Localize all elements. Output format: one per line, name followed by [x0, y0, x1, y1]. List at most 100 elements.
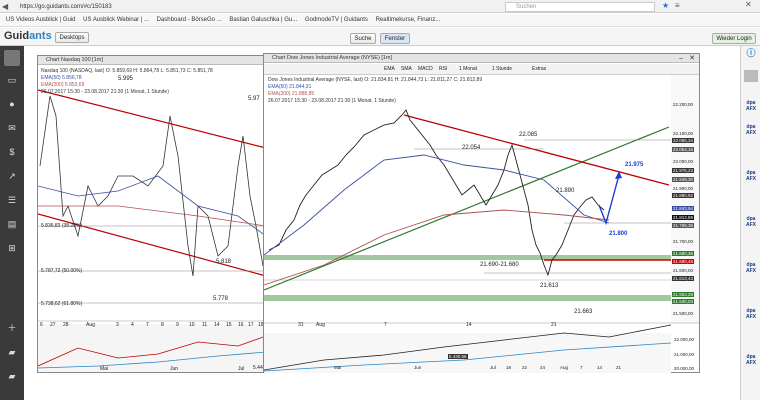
- dow-chart-window[interactable]: Chart Dow Jones Industrial Average (NYSE…: [263, 53, 700, 373]
- bookmark-item[interactable]: GodmodeTV | Guidants: [305, 14, 368, 27]
- app-logo[interactable]: Guidants: [4, 30, 52, 42]
- sub-x-tick: 19: [506, 365, 512, 370]
- news-item[interactable]: dpa AFX: [744, 308, 758, 320]
- x-tick: 11: [202, 322, 208, 328]
- price-tick: 21.600,00: [673, 268, 694, 273]
- nasdaq-chart-window[interactable]: Chart Nasdaq 100 [1m] Nasdaq 100 (NASDAQ…: [37, 55, 267, 373]
- price-tick: 22.100,00: [673, 131, 694, 136]
- desktops-button[interactable]: Desktops: [55, 32, 89, 43]
- x-tick: 7: [384, 322, 387, 328]
- price-tag: 21.949,30: [672, 177, 695, 182]
- bookmark-item[interactable]: Realtimekurse, Finanz...: [376, 14, 441, 27]
- toolbar-ema[interactable]: EMA: [384, 64, 395, 75]
- x-tick: 6: [40, 322, 43, 328]
- doc-icon[interactable]: ▤: [4, 216, 20, 232]
- bookmark-item[interactable]: US Ausblick Webinar | ...: [83, 14, 149, 27]
- news-item[interactable]: dpa AFX: [744, 216, 758, 228]
- chat-icon[interactable]: ✉: [4, 120, 20, 136]
- add-icon[interactable]: ＋: [4, 320, 20, 336]
- window-title[interactable]: Chart Nasdaq 100 [1m]: [38, 56, 266, 65]
- annotation: 5.738,62 (61.80%): [41, 301, 83, 307]
- price-axis: 22.200,00 22.100,00 22.085,34 22.054,15 …: [672, 75, 700, 323]
- address-bar[interactable]: https://go.guidants.com/#c/150183: [20, 2, 500, 12]
- cart-icon[interactable]: ⊞: [4, 240, 20, 256]
- news-item[interactable]: dpa AFX: [744, 170, 758, 182]
- sub-x-tick: Aug: [560, 365, 569, 370]
- trendline-support: [264, 126, 670, 291]
- close-icon[interactable]: ✕: [745, 0, 752, 9]
- sub-x-tick: Jul: [490, 365, 496, 370]
- price-tag: 21.789,35: [672, 223, 695, 228]
- toolbar-macd[interactable]: MACD: [418, 64, 433, 75]
- bookmark-item[interactable]: Dashboard - BörseGo ...: [157, 14, 222, 27]
- trendline-resistance: [403, 114, 670, 186]
- back-icon[interactable]: ◀: [2, 2, 8, 11]
- legend: Dow Jones Industrial Average (NYSE, last…: [268, 77, 483, 83]
- bookmark-item[interactable]: US Videos Ausblick | Guid: [6, 14, 75, 27]
- indicator-panel: [38, 324, 266, 372]
- x-tick: 28: [63, 322, 69, 328]
- folder2-icon[interactable]: ▰: [4, 368, 20, 384]
- sub-x-tick: Mai: [334, 365, 342, 370]
- sub-price-tag: 5.430,56: [448, 354, 468, 359]
- x-axis: 31 Aug 7 14 21: [264, 322, 671, 330]
- toolbar-extras[interactable]: Extras: [532, 64, 546, 75]
- price-line: [39, 95, 264, 277]
- chart-toolbar: EMA SMA MACD RSI 1 Monat 1 Stunde Extras: [264, 64, 699, 75]
- dollar-icon[interactable]: $: [4, 144, 20, 160]
- toolbar-interval[interactable]: 1 Stunde: [492, 64, 512, 75]
- news-item[interactable]: dpa AFX: [744, 354, 758, 366]
- info-icon[interactable]: ⓘ: [744, 49, 758, 62]
- x-axis: 6 27 28 Aug 3 4 7 8 9 10 11 14 15 16 17 …: [38, 322, 266, 330]
- annotation: 5.97: [248, 96, 260, 102]
- price-tag: 21.812,89: [672, 215, 695, 220]
- annotation: 5.995: [118, 76, 134, 82]
- sub-price-tick: 20.000,00: [674, 366, 695, 371]
- bookmark-item[interactable]: Bastian Galuschka | Gu...: [229, 14, 297, 27]
- news-item[interactable]: dpa AFX: [744, 100, 758, 112]
- x-tick: 27: [50, 322, 56, 328]
- legend: EMA(200) 5.853,69: [41, 82, 85, 88]
- avatar[interactable]: [744, 70, 758, 82]
- x-tick: 31: [298, 322, 304, 328]
- chart-icon[interactable]: ↗: [4, 168, 20, 184]
- menu-icon[interactable]: ≡: [675, 1, 680, 10]
- annotation: 21.800: [609, 231, 628, 237]
- minimize-icon[interactable]: –: [679, 54, 683, 63]
- close-icon[interactable]: ✕: [689, 54, 695, 63]
- fenster-button[interactable]: Fenster: [380, 33, 410, 44]
- avatar[interactable]: [4, 50, 20, 66]
- monitor-icon[interactable]: ▭: [4, 72, 20, 88]
- x-tick: 15: [226, 322, 232, 328]
- annotation: 5.778: [213, 296, 229, 302]
- window-title[interactable]: Chart Dow Jones Industrial Average (NYSE…: [264, 54, 699, 63]
- annotation: 5.787,72 (50.00%): [41, 268, 83, 274]
- x-tick: 9: [176, 322, 179, 328]
- toolbar-rsi[interactable]: RSI: [439, 64, 447, 75]
- annotation: 21.975: [625, 162, 644, 168]
- x-tick: Aug: [86, 322, 95, 328]
- folder-icon[interactable]: ▰: [4, 344, 20, 360]
- ema200-line: [264, 209, 610, 286]
- news-item[interactable]: dpa AFX: [744, 262, 758, 274]
- suche-button[interactable]: Suche: [350, 33, 376, 44]
- toolbar-sma[interactable]: SMA: [401, 64, 412, 75]
- toolbar-period[interactable]: 1 Monat: [459, 64, 477, 75]
- browser-search-input[interactable]: Suchen: [505, 2, 655, 12]
- ema50-line: [264, 154, 610, 256]
- news-item[interactable]: dpa AFX: [744, 124, 758, 136]
- star-icon[interactable]: ★: [662, 1, 669, 10]
- x-tick: 8: [161, 322, 164, 328]
- legend: Nasdaq 100 (NASDAQ, last) O: 5.859,69 H:…: [41, 68, 213, 74]
- list-icon[interactable]: ☰: [4, 192, 20, 208]
- annotation: 21.663: [574, 309, 593, 315]
- x-tick: 16: [238, 322, 244, 328]
- login-button[interactable]: Wieder Login: [712, 33, 756, 44]
- x-tick: 10: [189, 322, 195, 328]
- sub-x-tick: 22: [522, 365, 528, 370]
- annotation: 5.818: [216, 259, 232, 265]
- user-icon[interactable]: ●: [4, 96, 20, 112]
- sub-price-tick: 22.000,00: [674, 337, 695, 342]
- sub-x-tick: Jun: [414, 365, 422, 370]
- annotation: 21.690-21.680: [480, 262, 519, 268]
